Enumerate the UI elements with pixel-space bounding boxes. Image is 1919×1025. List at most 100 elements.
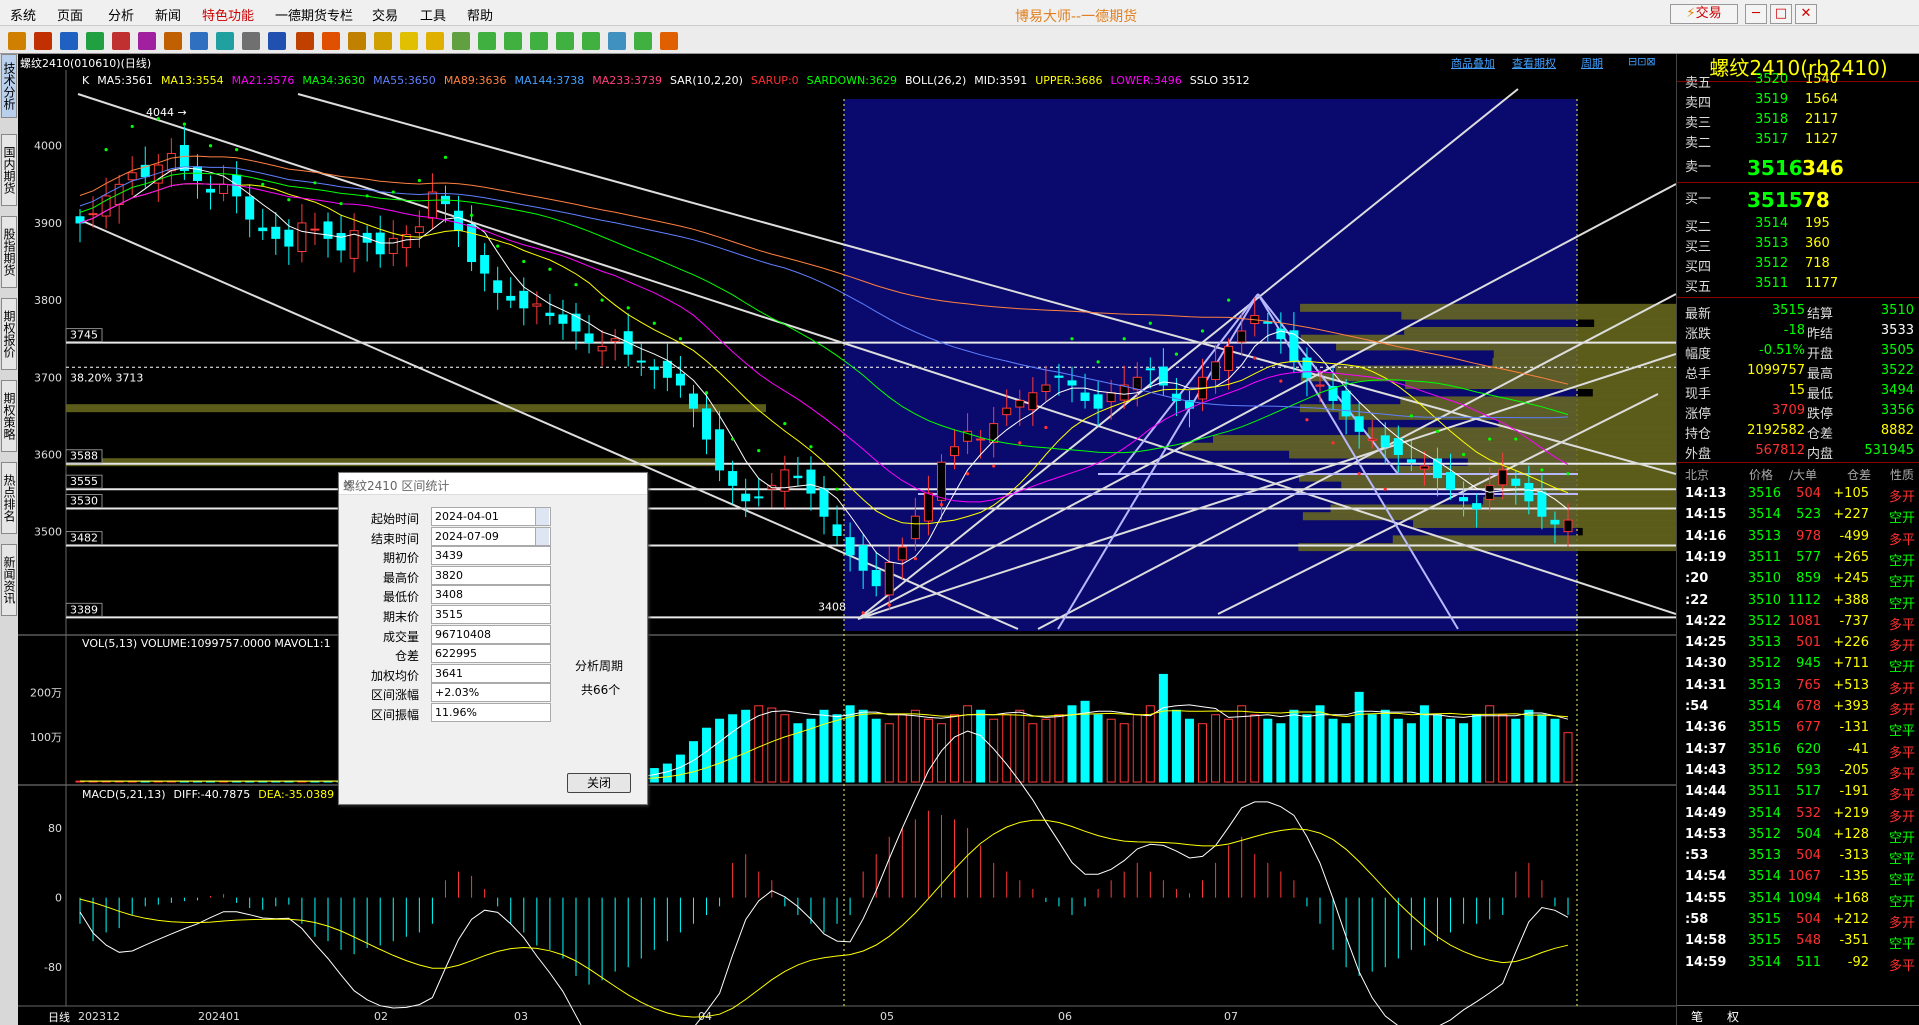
candle-body <box>728 471 738 486</box>
menu-tools[interactable]: 工具 <box>420 5 446 24</box>
spinner-icon[interactable] <box>535 527 549 545</box>
field-input[interactable]: 11.96% <box>431 703 551 722</box>
spinner-icon[interactable] <box>535 508 549 525</box>
sar-dot <box>939 503 944 507</box>
menu-yide-column[interactable]: 一德期货专栏 <box>275 5 353 24</box>
60min-icon[interactable] <box>608 32 626 50</box>
month-icon[interactable] <box>400 32 418 50</box>
price-chart-canvas[interactable]: 4000 3900 3800 3700 3600 3500 3745 3588 3555 3530… <box>18 54 1676 1025</box>
close-window-button[interactable]: ✕ <box>1795 4 1817 24</box>
candle-body <box>871 570 881 587</box>
5min-icon[interactable] <box>530 32 548 50</box>
macd-tick-label: 0 <box>55 892 62 905</box>
quarter-icon[interactable] <box>426 32 444 50</box>
volume-bar <box>1459 723 1469 783</box>
tab-news-info[interactable]: 新闻资讯 <box>1 544 17 616</box>
tick-header: 北京 <box>1685 468 1710 482</box>
menu-news[interactable]: 新闻 <box>155 5 181 24</box>
sar-dot <box>182 122 187 126</box>
candle-body <box>597 345 607 352</box>
field-input[interactable]: 3515 <box>431 605 551 624</box>
refresh-icon[interactable] <box>86 32 104 50</box>
volume-bar <box>1550 718 1560 783</box>
tab-domestic-futures[interactable]: 国内期货 <box>1 134 17 206</box>
chart-icon[interactable] <box>296 32 314 50</box>
stat-label: 内盘 <box>1807 447 1834 462</box>
x-icon[interactable] <box>452 32 470 50</box>
sar-dot <box>1331 441 1335 445</box>
grid-icon[interactable] <box>242 32 260 50</box>
back-icon[interactable] <box>8 32 26 50</box>
candle-body <box>493 280 503 293</box>
trade-button[interactable]: ⚡交易 <box>1670 4 1738 24</box>
field-input[interactable]: 3820 <box>431 565 551 585</box>
chart-area[interactable]: 螺纹2410(010610)(日线) 商品叠加 查看期权 周期 ⊟⊡⊠ K MA5… <box>18 54 1676 1025</box>
volume-bar <box>1211 714 1221 783</box>
tick-price: 3516 <box>1747 741 1781 757</box>
forward-icon[interactable] <box>60 32 78 50</box>
field-input[interactable]: 3408 <box>431 585 551 605</box>
menu-special[interactable]: 特色功能 <box>202 5 254 24</box>
y-icon[interactable] <box>660 32 678 50</box>
menu-analysis[interactable]: 分析 <box>108 5 134 24</box>
candle-body <box>897 546 907 561</box>
tick-price: 3511 <box>1747 549 1781 565</box>
volume-bar <box>1328 718 1338 783</box>
tick-time: 14:15 <box>1685 507 1727 523</box>
day-icon[interactable] <box>348 32 366 50</box>
sar-dot <box>496 244 500 248</box>
3min-icon[interactable] <box>504 32 522 50</box>
tick-icon[interactable] <box>322 32 340 50</box>
tab-option-strategy[interactable]: 期权策略 <box>1 380 17 452</box>
field-input[interactable]: 2024-07-09 <box>431 526 551 546</box>
menu-page[interactable]: 页面 <box>57 5 83 24</box>
2h-icon[interactable] <box>634 32 652 50</box>
1min-icon[interactable] <box>478 32 496 50</box>
sar-dot <box>861 611 865 615</box>
volume-bar <box>1524 709 1534 783</box>
zoom-in-icon[interactable] <box>112 32 130 50</box>
sar-dot <box>1305 418 1309 422</box>
home-icon[interactable] <box>34 32 52 50</box>
minimize-button[interactable]: ─ <box>1745 4 1767 24</box>
menu-help[interactable]: 帮助 <box>467 5 493 24</box>
tab-technical-analysis[interactable]: 技术分析 <box>1 54 17 118</box>
tick-price: 3512 <box>1747 613 1781 629</box>
15min-icon[interactable] <box>556 32 574 50</box>
panel-bottom-tabs: 笔 权 <box>1677 1005 1919 1025</box>
field-input[interactable]: 622995 <box>431 644 551 664</box>
menu-system[interactable]: 系统 <box>10 5 36 24</box>
tick-volume: 523 <box>1796 507 1821 523</box>
week-icon[interactable] <box>374 32 392 50</box>
selected-interval-region <box>844 99 1577 631</box>
table-icon[interactable] <box>268 32 286 50</box>
tick-volume: 1067 <box>1787 869 1821 885</box>
maximize-button[interactable]: □ <box>1770 4 1792 24</box>
window-icon[interactable] <box>164 32 182 50</box>
tab-rights[interactable]: 权 <box>1727 1008 1739 1025</box>
field-input[interactable]: 3439 <box>431 546 551 566</box>
zoom-out-icon[interactable] <box>138 32 156 50</box>
field-input[interactable]: 96710408 <box>431 624 551 644</box>
filter-icon[interactable] <box>216 32 234 50</box>
sar-dot <box>1253 356 1257 360</box>
field-input[interactable]: 3641 <box>431 663 551 683</box>
tab-hot-ranking[interactable]: 热点排名 <box>1 462 17 534</box>
tab-ticks[interactable]: 笔 <box>1691 1008 1703 1025</box>
tick-nature: 多平 <box>1889 958 1916 974</box>
close-button[interactable]: 关闭 <box>567 773 631 793</box>
pen-icon[interactable] <box>190 32 208 50</box>
tab-index-futures[interactable]: 股指期货 <box>1 216 17 288</box>
tab-option-quotes[interactable]: 期权报价 <box>1 298 17 370</box>
volume-bar <box>1028 723 1038 783</box>
vol-tick-label: 200万 <box>30 686 62 699</box>
30min-icon[interactable] <box>582 32 600 50</box>
bid-price: 3515 <box>1747 188 1803 212</box>
field-input[interactable]: 2024-04-01 <box>431 507 551 526</box>
tick-oi-change: -499 <box>1839 528 1869 544</box>
close-icon[interactable]: ✕ <box>343 477 641 491</box>
tick-row: 14:43 3512 593 -205 多平 <box>1677 761 1919 782</box>
field-input[interactable]: +2.03% <box>431 683 551 703</box>
menu-trade[interactable]: 交易 <box>372 5 398 24</box>
stat-label: 最新 <box>1685 307 1712 322</box>
